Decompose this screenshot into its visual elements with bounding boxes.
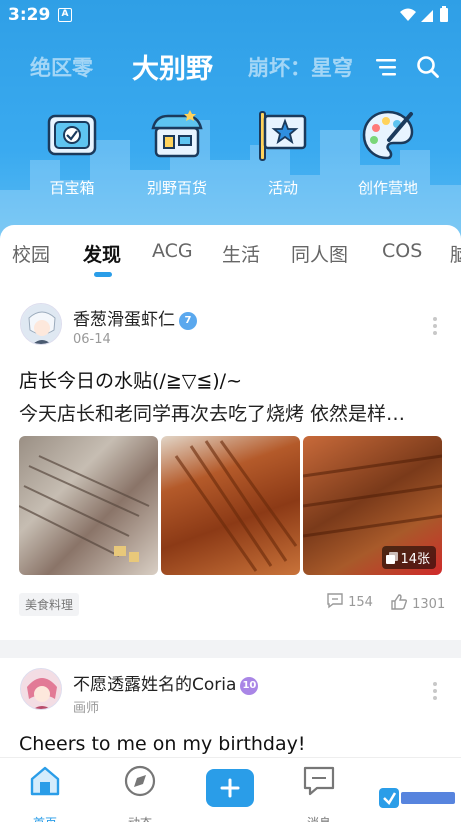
category-tabs: 校园 发现 ACG 生活 同人图 COS 脑	[0, 225, 461, 285]
tab-discover[interactable]: 发现	[83, 240, 121, 267]
bottom-navigation: 首页 动态 消息	[0, 757, 461, 822]
menu-lines-icon[interactable]	[374, 56, 398, 78]
post-image[interactable]: 14张	[303, 436, 442, 575]
avatar-illustration	[21, 669, 61, 709]
post-excerpt[interactable]: 今天店长和老同学再次去吃了烧烤 依然是样…	[19, 399, 439, 426]
level-badge: 10	[240, 677, 259, 695]
quick-entry-toolbox[interactable]: 百宝箱	[22, 106, 122, 198]
tab-campus[interactable]: 校园	[12, 240, 50, 267]
tab-life[interactable]: 生活	[222, 240, 260, 267]
app-header: 3:29 A 绝区零 大别野 崩坏：星穹 百宝箱 别野百货 活动 创作营地	[0, 0, 461, 250]
topic-tag[interactable]: 美食料理	[19, 593, 80, 616]
avatar[interactable]	[20, 303, 62, 345]
level-badge: 7	[179, 312, 197, 330]
nav-home[interactable]: 首页	[15, 764, 75, 822]
author-name[interactable]: 香葱滑蛋虾仁 7	[73, 305, 197, 330]
feed-post[interactable]: 不愿透露姓名的Coria 10 画师 Cheers to me on my bir…	[0, 658, 461, 757]
more-options-icon[interactable]	[431, 315, 439, 337]
active-tab-indicator	[94, 272, 112, 277]
comment-icon	[327, 593, 343, 609]
post-separator	[0, 640, 461, 658]
site-watermark-logo	[379, 788, 455, 808]
like-count-text: 1301	[412, 597, 446, 612]
quick-entry-label: 别野百货	[146, 179, 207, 197]
system-status-icons	[400, 6, 448, 22]
tab-fanart[interactable]: 同人图	[291, 240, 348, 267]
nav-label: 首页	[15, 814, 75, 822]
comment-count-text: 154	[348, 595, 373, 610]
quick-entry-label: 百宝箱	[49, 179, 95, 197]
shop-icon	[151, 110, 203, 158]
thumbs-up-icon	[391, 594, 408, 610]
comment-count[interactable]: 154	[326, 593, 373, 610]
post-images: 14张	[19, 436, 442, 575]
images-stack-icon	[386, 552, 399, 564]
feed-panel: 校园 发现 ACG 生活 同人图 COS 脑 香葱滑蛋虾仁 7 06-14 店长今…	[0, 225, 461, 757]
quick-entry-activity[interactable]: 活动	[233, 106, 333, 198]
activity-flag-icon	[259, 111, 307, 161]
quick-entry-label: 创作营地	[357, 179, 418, 197]
post-title[interactable]: 店长今日の水贴(/≧▽≦)/~	[19, 366, 242, 393]
home-icon	[30, 766, 60, 796]
author-name[interactable]: 不愿透露姓名的Coria 10	[73, 670, 259, 695]
author-title: 画师	[73, 701, 100, 716]
top-tab-bar: 绝区零 大别野 崩坏：星穹	[0, 44, 461, 88]
food-photo-skewers-plate	[19, 455, 150, 562]
avatar[interactable]	[20, 668, 62, 710]
post-date: 06-14	[73, 332, 111, 347]
image-count-badge: 14张	[382, 546, 436, 569]
notification-icon: A	[58, 8, 72, 22]
create-post-button[interactable]	[206, 769, 254, 807]
post-image[interactable]	[19, 436, 158, 575]
like-count[interactable]: 1301	[390, 593, 445, 612]
message-icon	[303, 766, 335, 796]
post-image[interactable]	[161, 436, 300, 575]
plus-icon	[220, 778, 240, 798]
nav-messages[interactable]: 消息	[289, 764, 349, 822]
food-photo-grilled-skewers	[174, 440, 298, 572]
nav-feed[interactable]: 动态	[110, 764, 170, 822]
toolbox-icon	[47, 114, 97, 156]
status-bar: 3:29 A	[0, 0, 461, 30]
tab-dabieye[interactable]: 大别野	[132, 47, 213, 86]
palette-icon	[362, 110, 414, 160]
feed-post[interactable]: 香葱滑蛋虾仁 7 06-14 店长今日の水贴(/≧▽≦)/~ 今天店长和老同学再次…	[0, 285, 461, 640]
tab-cos[interactable]: COS	[382, 240, 422, 262]
tab-acg[interactable]: ACG	[152, 240, 193, 262]
quick-entry-label: 活动	[267, 179, 298, 197]
post-title[interactable]: Cheers to me on my birthday!	[19, 733, 306, 755]
compass-icon	[124, 765, 156, 797]
author-name-text: 不愿透露姓名的Coria	[73, 675, 237, 695]
search-icon[interactable]	[416, 55, 440, 79]
nav-label: 消息	[289, 814, 349, 822]
quick-entry-creator-camp[interactable]: 创作营地	[338, 106, 438, 198]
nav-label: 动态	[110, 814, 170, 822]
tab-more-cut[interactable]: 脑	[450, 240, 461, 267]
image-count-text: 14张	[400, 552, 430, 567]
status-time: 3:29	[8, 5, 51, 25]
quick-entry-shop[interactable]: 别野百货	[127, 106, 227, 198]
author-name-text: 香葱滑蛋虾仁	[73, 310, 175, 330]
more-options-icon[interactable]	[431, 680, 439, 702]
tab-star-rail[interactable]: 崩坏：星穹	[248, 52, 353, 82]
avatar-illustration	[21, 304, 61, 344]
tab-zzz[interactable]: 绝区零	[30, 52, 93, 82]
